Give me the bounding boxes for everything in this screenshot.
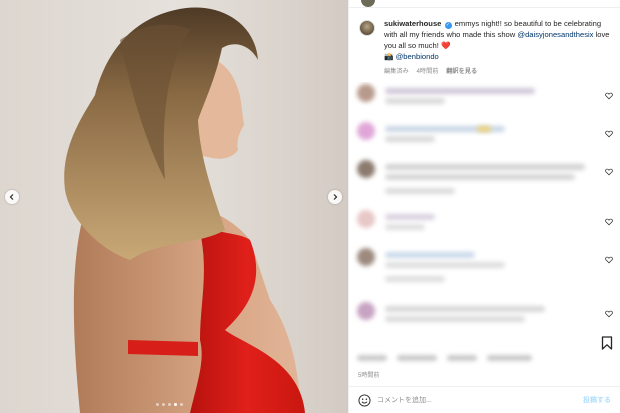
avatar[interactable] xyxy=(361,0,375,7)
heart-outline-icon[interactable] xyxy=(605,130,613,138)
heart-emoji: ❤️ xyxy=(440,41,451,50)
chevron-right-icon xyxy=(333,194,338,200)
post-photo xyxy=(0,0,348,413)
blurred-comment xyxy=(385,316,525,322)
photographer-mention-link[interactable]: @benbiondo xyxy=(396,52,439,61)
blurred-comment xyxy=(385,136,435,142)
mention-link[interactable]: @daisyjonesandthesix xyxy=(517,30,593,39)
bookmark-icon[interactable] xyxy=(601,336,613,350)
carousel-prev-button[interactable] xyxy=(5,190,19,204)
post-header xyxy=(349,0,620,8)
blurred-comment xyxy=(385,252,475,258)
verified-badge-icon: ✓ xyxy=(444,22,452,29)
avatar[interactable] xyxy=(357,84,375,102)
caption-text: sukiwaterhouse ✓ emmys night!! so beauti… xyxy=(384,18,614,62)
post-comment-button[interactable]: 投稿する xyxy=(583,395,611,405)
blurred-comment xyxy=(385,306,545,312)
carousel-dot xyxy=(162,403,165,406)
blurred-comment xyxy=(385,88,535,94)
edited-label: 編集済み xyxy=(384,68,409,75)
avatar[interactable] xyxy=(357,248,375,266)
post-timestamp[interactable]: 5時間前 xyxy=(358,370,379,379)
blurred-comment xyxy=(385,276,445,282)
heart-outline-icon[interactable] xyxy=(605,310,613,318)
heart-outline-icon[interactable] xyxy=(605,92,613,100)
carousel-next-button[interactable] xyxy=(328,190,342,204)
comment-input[interactable] xyxy=(377,393,577,408)
camera-emoji: 📸 xyxy=(384,52,394,61)
post-media xyxy=(0,0,348,413)
carousel-indicator xyxy=(156,403,183,406)
blurred-comment xyxy=(385,98,445,104)
chevron-left-icon xyxy=(9,194,14,200)
post-sidebar: sukiwaterhouse ✓ emmys night!! so beauti… xyxy=(348,0,620,413)
post-age[interactable]: 4時間前 xyxy=(416,68,438,75)
heart-outline-icon[interactable] xyxy=(605,168,613,176)
avatar[interactable] xyxy=(357,122,375,140)
blurred-comment xyxy=(385,262,505,268)
comment-form: 投稿する xyxy=(349,386,620,413)
blurred-comment xyxy=(385,224,425,230)
post-caption: sukiwaterhouse ✓ emmys night!! so beauti… xyxy=(359,18,614,75)
caption-meta: 編集済み 4時間前 翻訳を見る xyxy=(384,66,614,75)
comment-list xyxy=(349,82,620,332)
blurred-comment xyxy=(385,174,575,180)
list-item xyxy=(357,248,613,284)
list-item xyxy=(357,302,613,332)
list-item xyxy=(357,210,613,246)
translate-link[interactable]: 翻訳を見る xyxy=(446,68,477,75)
carousel-dot-active xyxy=(174,403,177,406)
author-avatar[interactable] xyxy=(359,20,375,36)
carousel-dot xyxy=(168,403,171,406)
heart-outline-icon[interactable] xyxy=(605,218,613,226)
avatar[interactable] xyxy=(357,210,375,228)
blurred-comment xyxy=(385,188,455,194)
blurred-likes xyxy=(357,352,587,364)
carousel-dot xyxy=(180,403,183,406)
avatar[interactable] xyxy=(357,302,375,320)
author-username[interactable]: sukiwaterhouse xyxy=(384,19,441,28)
list-item xyxy=(357,122,613,158)
list-item xyxy=(357,160,613,196)
smile-icon[interactable] xyxy=(358,394,371,407)
carousel-dot xyxy=(156,403,159,406)
blurred-comment xyxy=(477,126,491,132)
list-item xyxy=(357,84,613,120)
avatar[interactable] xyxy=(357,160,375,178)
heart-outline-icon[interactable] xyxy=(605,256,613,264)
blurred-comment xyxy=(385,214,435,220)
blurred-comment xyxy=(385,164,585,170)
